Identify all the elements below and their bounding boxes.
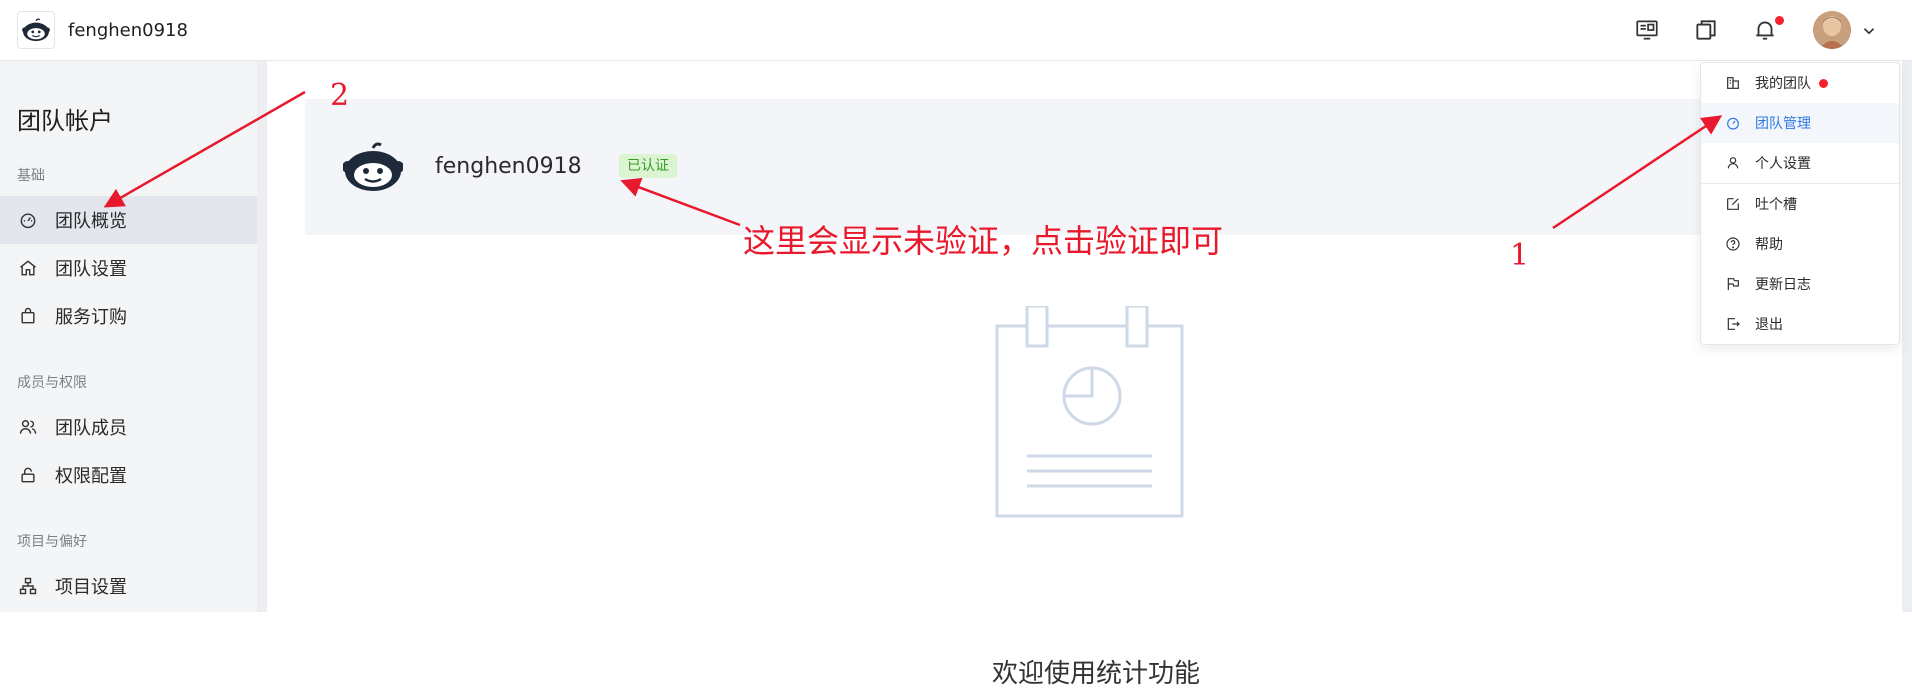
header-team-name[interactable]: fenghen0918 (68, 20, 188, 41)
avatar[interactable] (1813, 11, 1851, 49)
statistics-empty-illustration-icon (995, 306, 1184, 518)
menu-item-feedback[interactable]: 吐个槽 (1701, 184, 1899, 224)
menu-item-logout[interactable]: 退出 (1701, 304, 1899, 344)
menu-item-label: 我的团队 (1755, 76, 1811, 92)
sidebar-item-label: 项目设置 (55, 577, 127, 598)
users-icon (19, 420, 37, 434)
new-dot-badge (1819, 78, 1828, 88)
menu-item-label: 帮助 (1755, 237, 1783, 253)
menu-item-team-management[interactable]: 团队管理 (1701, 103, 1899, 143)
sidebar-title: 团队帐户 (17, 107, 113, 135)
chevron-down-icon[interactable] (1860, 22, 1878, 40)
sidebar-item-team-overview[interactable]: 团队概览 (0, 196, 257, 244)
menu-item-changelog[interactable]: 更新日志 (1701, 264, 1899, 304)
sidebar-item-service-order[interactable]: 服务订购 (0, 292, 257, 340)
menu-item-label: 退出 (1755, 317, 1783, 333)
building-icon (1727, 77, 1739, 89)
welcome-text: 欢迎使用统计功能 (992, 659, 1201, 689)
sidebar: 团队帐户 基础 团队概览 团队设置 服务订购 成员与权限 团队成员 权限配置 项… (0, 61, 257, 612)
sidebar-group-projects: 项目与偏好 (17, 534, 87, 550)
top-bar: fenghen0918 (0, 0, 1912, 61)
menu-item-my-team[interactable]: 我的团队 (1701, 63, 1899, 103)
sidebar-item-project-settings[interactable]: 项目设置 (0, 562, 257, 610)
annotation-note: 这里会显示未验证，点击验证即可 (743, 222, 1224, 260)
sidebar-divider[interactable] (257, 61, 267, 612)
sidebar-item-permissions[interactable]: 权限配置 (0, 451, 257, 499)
menu-item-label: 吐个槽 (1755, 197, 1797, 213)
menu-item-label: 更新日志 (1755, 277, 1811, 293)
main-content: fenghen0918 已认证 欢迎使用统计功能 (267, 61, 1912, 689)
sidebar-item-label: 服务订购 (55, 307, 127, 328)
menu-item-label: 个人设置 (1755, 156, 1811, 172)
sidebar-item-label: 权限配置 (55, 466, 127, 487)
notification-badge (1775, 16, 1784, 25)
team-logo[interactable] (17, 11, 55, 49)
copy-window-icon[interactable] (1693, 17, 1719, 43)
sidebar-item-label: 团队成员 (55, 418, 127, 439)
sidebar-group-members: 成员与权限 (17, 375, 87, 391)
monkey-logo-icon (22, 18, 50, 42)
team-summary-card: fenghen0918 已认证 (305, 99, 1745, 235)
annotation-label-2: 2 (330, 78, 350, 113)
user-dropdown-menu: 我的团队 团队管理 个人设置 吐个槽 帮助 更新日志 退出 (1700, 62, 1900, 345)
team-name: fenghen0918 (435, 154, 582, 179)
monitor-list-icon[interactable] (1634, 17, 1660, 43)
monkey-logo-icon (343, 142, 403, 191)
shopping-bag-icon (21, 307, 35, 324)
edit-icon (1727, 198, 1739, 210)
flag-icon (1727, 278, 1739, 290)
dashboard-icon (20, 213, 36, 229)
menu-item-help[interactable]: 帮助 (1701, 224, 1899, 264)
dashboard-icon (1727, 117, 1739, 130)
user-icon (1727, 157, 1739, 169)
help-icon (1726, 237, 1740, 251)
menu-item-personal-settings[interactable]: 个人设置 (1701, 143, 1899, 183)
menu-item-label: 团队管理 (1755, 116, 1811, 132)
sidebar-item-label: 团队概览 (55, 211, 127, 232)
home-icon (20, 260, 36, 276)
sitemap-icon (19, 577, 37, 595)
page-scrollbar[interactable] (1902, 61, 1912, 612)
sidebar-item-team-settings[interactable]: 团队设置 (0, 244, 257, 292)
annotation-label-1: 1 (1510, 238, 1530, 273)
verified-badge[interactable]: 已认证 (619, 154, 677, 178)
avatar-image-icon (1813, 11, 1851, 49)
logout-icon (1727, 318, 1740, 330)
sidebar-item-label: 团队设置 (55, 259, 127, 280)
sidebar-item-team-members[interactable]: 团队成员 (0, 403, 257, 451)
sidebar-group-basic: 基础 (17, 168, 45, 184)
lock-icon (21, 467, 35, 483)
